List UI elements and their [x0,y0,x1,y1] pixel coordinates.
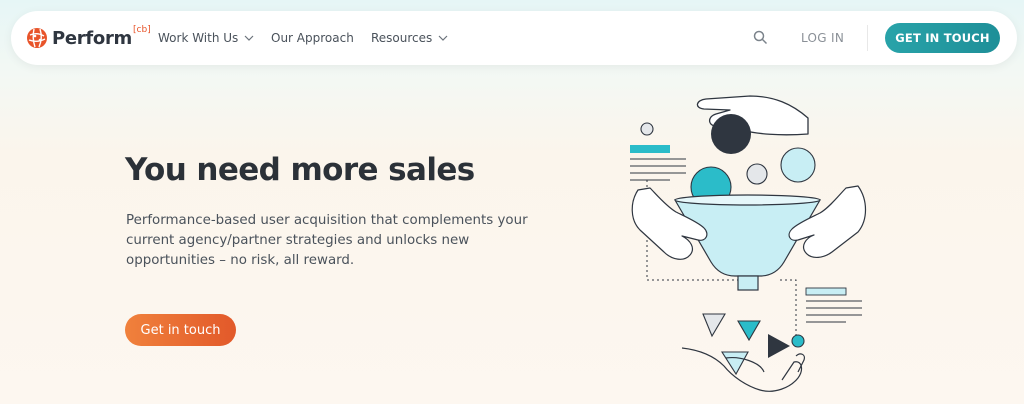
text-block-light-bar [805,287,847,296]
login-link[interactable]: LOG IN [801,11,844,65]
search-icon[interactable] [753,30,768,45]
light-blue-ball-icon [780,147,816,183]
text-lines-right [806,300,862,323]
small-teal-dot-icon [791,334,805,348]
nav-item-work-with-us[interactable]: Work With Us [158,11,254,65]
nav-item-label: Resources [371,31,433,45]
dashed-guide-right [780,279,797,340]
light-triangle-icon [720,351,749,376]
top-navbar: Perform [cb] Work With Us Our Approach R… [11,11,1017,65]
nav-divider [867,25,868,51]
small-grey-ball-icon [640,122,654,136]
grey-ball-icon [746,163,768,185]
chevron-down-icon [438,35,448,41]
teal-triangle-icon [737,320,761,342]
get-in-touch-nav-button[interactable]: GET IN TOUCH [885,23,1000,53]
brand-superscript: [cb] [133,25,151,35]
nav-item-label: Work With Us [158,31,239,45]
grey-triangle-icon [702,313,726,338]
text-lines-left [630,158,686,181]
nav-item-resources[interactable]: Resources [371,11,448,65]
hero-subtitle: Performance-based user acquisition that … [126,213,528,268]
sales-funnel-illustration [630,95,867,392]
nav-item-our-approach[interactable]: Our Approach [271,11,354,65]
get-in-touch-hero-button[interactable]: Get in touch [125,314,236,346]
brand-name: Perform [52,27,133,49]
brand-logo[interactable]: Perform [cb] [26,25,151,51]
dark-triangle-icon [768,334,790,358]
text-block-teal-bar [630,145,670,153]
hero-title: You need more sales [125,152,475,188]
chevron-down-icon [244,35,254,41]
dark-ball-icon [711,114,751,154]
funnel-icon [673,194,822,291]
nav-item-label: Our Approach [271,31,354,45]
globe-logo-icon [27,28,47,48]
